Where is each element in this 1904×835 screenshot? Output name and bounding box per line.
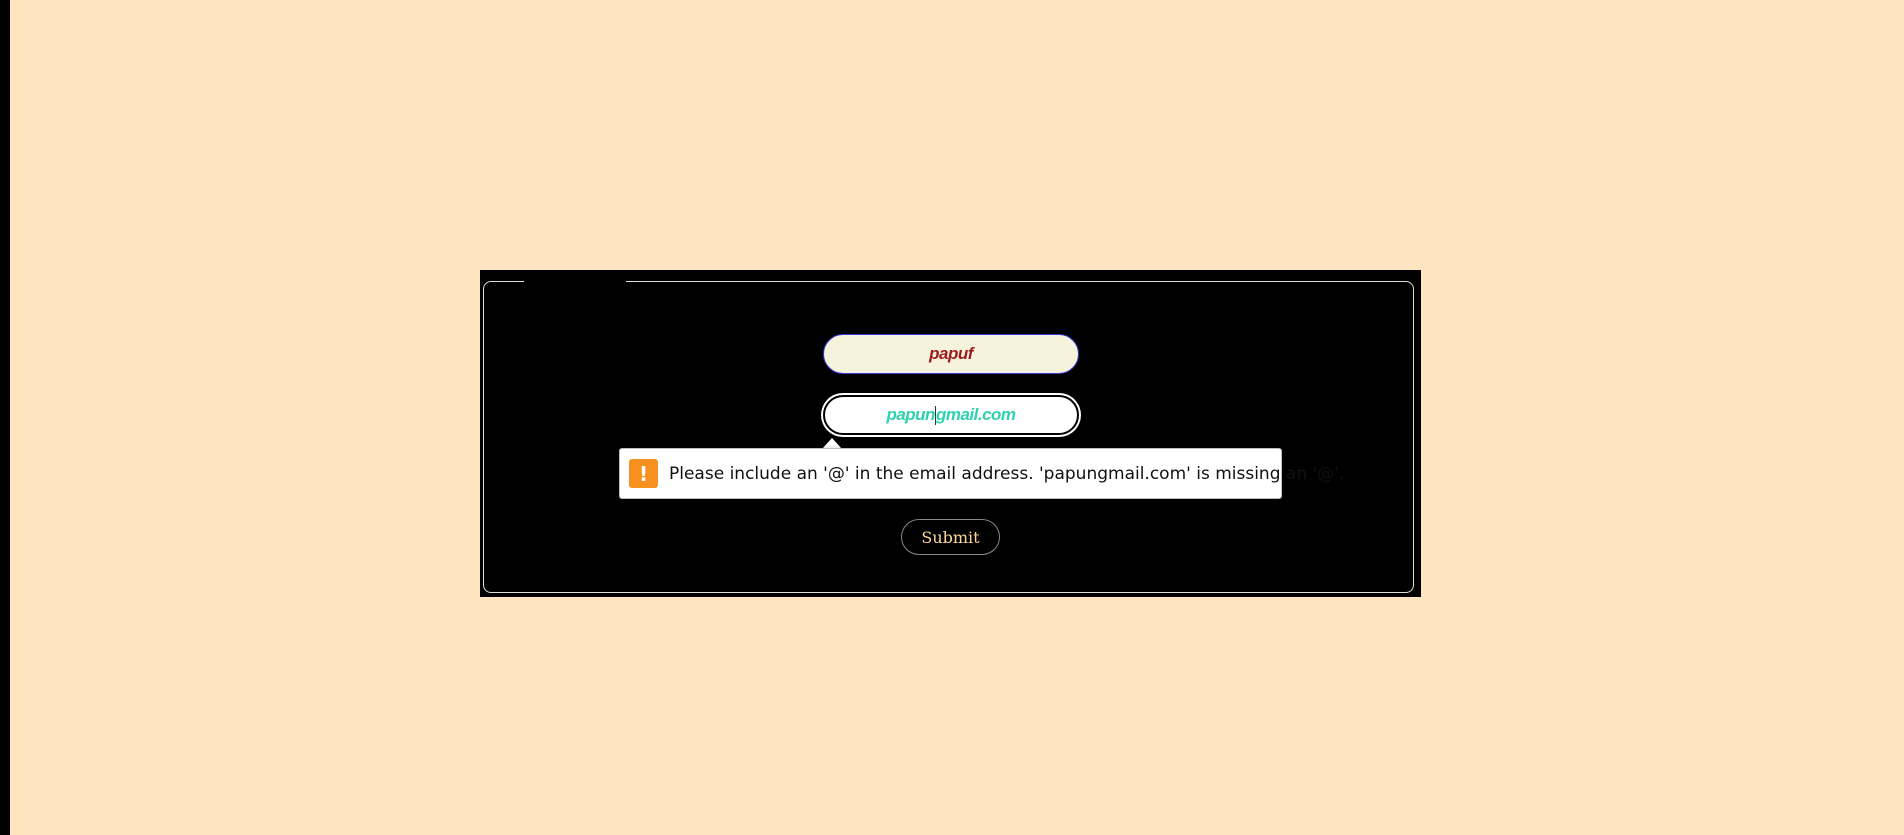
email-input[interactable]: papun gmail.com [823,395,1079,435]
name-input[interactable]: papuf [823,334,1079,374]
email-input-value-start: papun [886,405,935,424]
validation-tooltip: ! Please include an '@' in the email add… [619,448,1344,499]
email-input-value-end: gmail.com [935,405,1016,424]
exclamation-icon: ! [629,459,658,488]
window-edge [0,0,10,835]
form-panel: papuf papun gmail.com Submit [480,270,1421,597]
submit-button[interactable]: Submit [901,519,1000,555]
fieldset-legend [524,276,626,286]
submit-button-label: Submit [921,527,980,547]
validation-message: Please include an '@' in the email addre… [669,463,1345,484]
name-input-value: papuf [929,344,973,363]
